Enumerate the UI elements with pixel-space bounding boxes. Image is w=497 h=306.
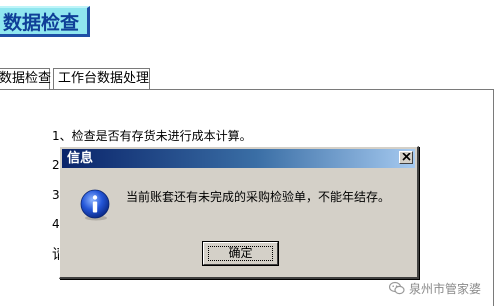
- page-title: 数据检查: [0, 6, 90, 37]
- ok-button[interactable]: 确定: [202, 241, 279, 266]
- dialog-titlebar[interactable]: 信息: [62, 149, 415, 168]
- watermark-text: 泉州市管家婆: [409, 282, 482, 296]
- check-item-1: 1、检查是否有存货未进行成本计算。: [52, 129, 252, 143]
- close-icon: [401, 153, 411, 161]
- app-window: 数据检查 数据检查 工作台数据处理 1、检查是否有存货未进行成本计算。 2 3 …: [0, 0, 497, 306]
- dialog-title: 信息: [67, 151, 94, 166]
- info-icon: [80, 189, 110, 221]
- close-button[interactable]: [399, 151, 413, 164]
- info-dialog: 信息 当前账套还有未完成的采购检验单，不能年结存。 确定: [59, 146, 419, 279]
- ok-button-label: 确定: [228, 246, 253, 260]
- tab-workbench-data[interactable]: 工作台数据处理: [53, 68, 150, 89]
- wechat-logo-icon: [389, 281, 405, 295]
- dialog-message: 当前账套还有未完成的采购检验单，不能年结存。: [126, 190, 391, 204]
- tab-data-check[interactable]: 数据检查: [0, 68, 51, 89]
- watermark: 泉州市管家婆: [387, 278, 495, 298]
